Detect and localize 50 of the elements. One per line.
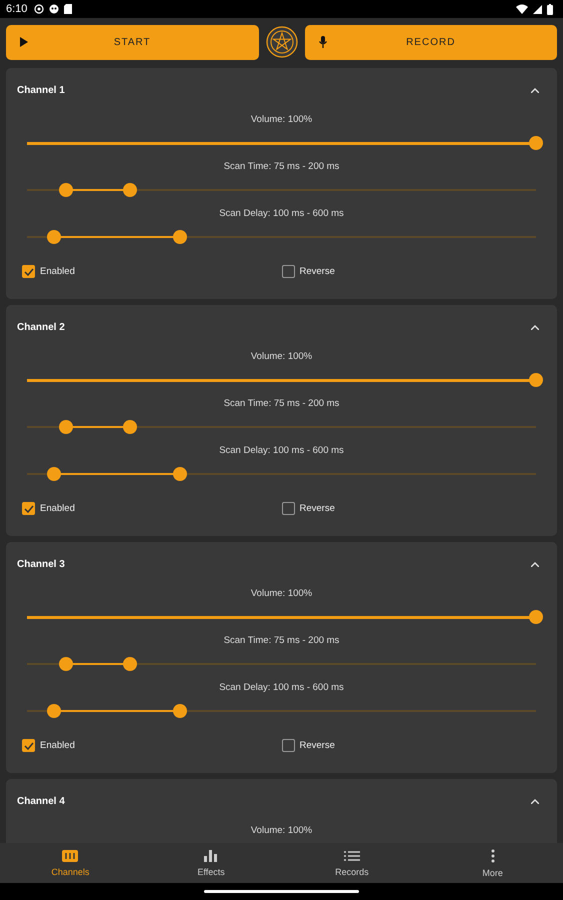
bar-chart-icon	[203, 850, 220, 862]
slider-label: Scan Time: 75 ms - 200 ms	[222, 397, 340, 411]
wifi-icon	[516, 4, 528, 14]
nav-tab[interactable]: Records	[282, 843, 422, 883]
checkbox[interactable]	[282, 739, 294, 752]
slider-label: Scan Time: 75 ms - 200 ms	[222, 160, 340, 174]
collapse-chevron-icon[interactable]	[531, 88, 539, 93]
checkbox-label: Enabled	[40, 266, 75, 277]
status-time: 6:10	[6, 3, 28, 15]
signal-icon	[533, 4, 542, 14]
checkbox-label: Reverse	[300, 266, 335, 277]
channel-title: Channel 1	[17, 85, 65, 96]
nav-tab[interactable]: Effects	[140, 843, 282, 883]
battery-icon	[547, 4, 553, 14]
channel-title: Channel 3	[17, 559, 65, 570]
slider-label: Scan Delay: 100 ms - 600 ms	[218, 207, 345, 221]
checkbox[interactable]	[22, 265, 35, 278]
collapse-chevron-icon[interactable]	[531, 325, 539, 330]
slider-label: Scan Delay: 100 ms - 600 ms	[218, 444, 345, 458]
checkbox[interactable]	[22, 739, 35, 752]
play-icon	[20, 37, 28, 47]
slider-label: Scan Time: 75 ms - 200 ms	[222, 634, 340, 648]
checkbox[interactable]	[22, 502, 35, 515]
checkbox[interactable]	[282, 502, 294, 515]
collapse-chevron-icon[interactable]	[531, 799, 539, 804]
checkbox-label: Enabled	[40, 503, 75, 514]
checkbox-label: Enabled	[40, 740, 75, 751]
start-button[interactable]: START	[6, 24, 258, 60]
checkbox[interactable]	[282, 265, 294, 278]
slider-label: Volume: 100%	[250, 113, 314, 127]
slider-label: Scan Delay: 100 ms - 600 ms	[218, 681, 345, 695]
checkbox-label: Reverse	[300, 503, 335, 514]
pentagram-logo-icon	[266, 26, 298, 58]
slider-label: Volume: 100%	[250, 824, 314, 838]
collapse-chevron-icon[interactable]	[531, 562, 539, 567]
slider-label: Volume: 100%	[250, 350, 314, 364]
sd-card-icon	[64, 4, 72, 14]
nav-tab[interactable]: Channels	[0, 843, 141, 883]
channels-icon	[62, 850, 78, 862]
channel-title: Channel 2	[17, 322, 65, 333]
list-icon	[344, 850, 360, 862]
channel-title: Channel 4	[17, 796, 65, 807]
more-icon	[490, 848, 495, 862]
record-button[interactable]: RECORD	[304, 24, 557, 60]
face-icon	[49, 4, 60, 14]
microphone-icon	[318, 36, 326, 48]
slider-label: Volume: 100%	[250, 587, 314, 601]
gear-icon	[34, 4, 44, 14]
checkbox-label: Reverse	[300, 740, 335, 751]
nav-tab[interactable]: More	[422, 843, 563, 883]
